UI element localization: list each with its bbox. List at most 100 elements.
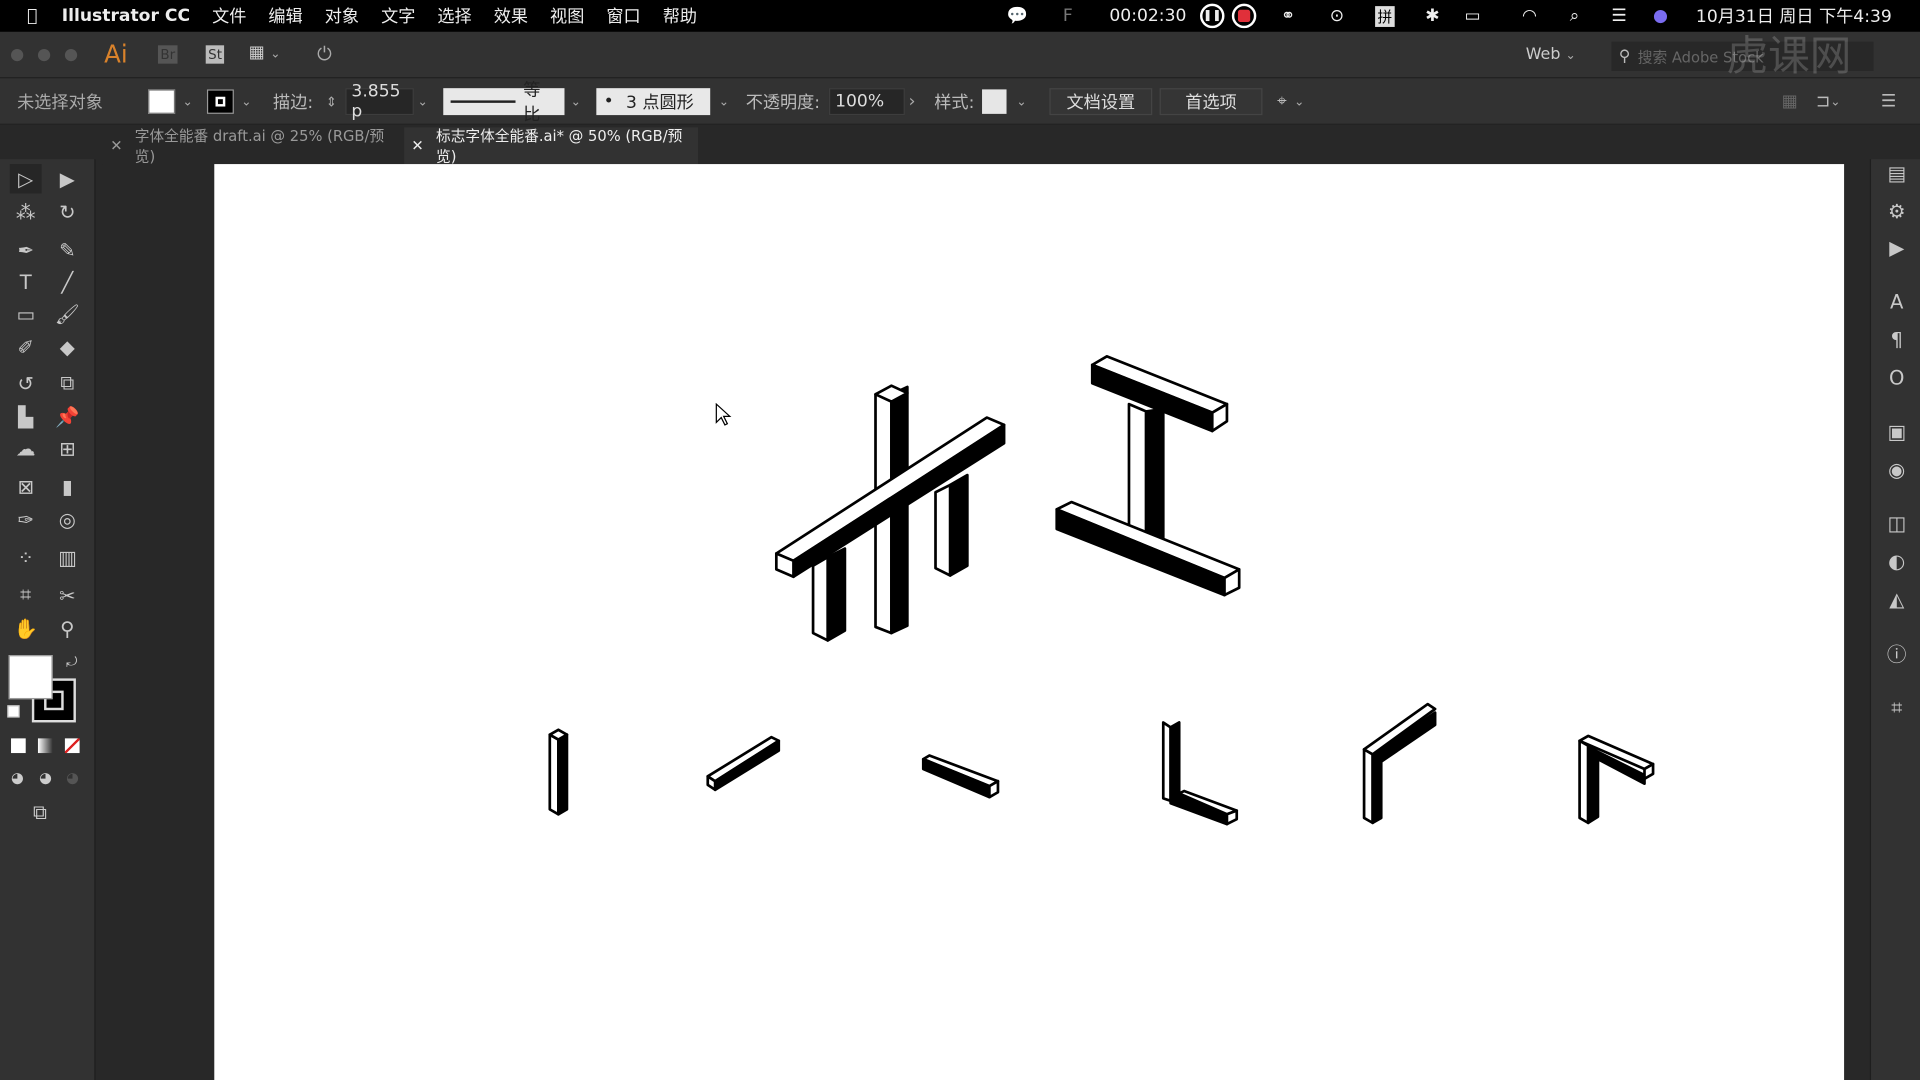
scale-tool[interactable]: ⧉: [51, 369, 83, 398]
panel-menu-icon[interactable]: ☰: [1881, 88, 1896, 115]
gradient-mode-icon[interactable]: [37, 738, 53, 754]
stroke-weight-dropdown[interactable]: ⌄: [418, 88, 428, 115]
hand-tool[interactable]: ✋: [10, 613, 42, 642]
brush-definition[interactable]: • 3 点圆形: [596, 88, 711, 116]
none-mode-icon[interactable]: [64, 738, 80, 754]
bridge-button[interactable]: Br: [157, 45, 178, 64]
search-icon[interactable]: ⌕: [1570, 0, 1580, 32]
transparency-icon[interactable]: ◭: [1883, 585, 1910, 612]
artboard-tool[interactable]: ⌗: [10, 580, 42, 609]
info-icon[interactable]: ⓘ: [1883, 639, 1910, 666]
shaper-tool[interactable]: ✐: [10, 332, 42, 361]
pen-tool[interactable]: ✒: [10, 235, 42, 264]
rotate-tool[interactable]: ↺: [10, 369, 42, 398]
puppet-warp-tool[interactable]: 📌: [51, 402, 83, 431]
mesh-tool[interactable]: ⊠: [10, 471, 42, 500]
close-tab-icon[interactable]: ✕: [110, 137, 122, 154]
brush-dropdown[interactable]: ⌄: [719, 88, 729, 115]
gradient-tool[interactable]: ▮: [51, 471, 83, 500]
stroke-weight-input[interactable]: 3.855 p: [345, 82, 414, 121]
type-tool[interactable]: T: [10, 267, 42, 296]
opacity-label[interactable]: 不透明度:: [746, 88, 820, 115]
paragraph-icon[interactable]: ¶: [1883, 326, 1910, 353]
width-tool[interactable]: ▙: [10, 402, 42, 431]
battery-icon[interactable]: ▭: [1464, 0, 1480, 32]
shape-builder-tool[interactable]: ☁: [10, 433, 42, 462]
properties-icon[interactable]: ⚙: [1883, 197, 1910, 224]
direct-selection-tool[interactable]: ▶: [51, 164, 83, 193]
select-similar-icon[interactable]: ⌖ ⌄: [1277, 88, 1304, 115]
layers-icon[interactable]: ◫: [1883, 509, 1910, 536]
preferences-button[interactable]: 首选项: [1159, 88, 1263, 116]
menu-file[interactable]: 文件: [212, 4, 246, 28]
menu-type[interactable]: 文字: [381, 4, 415, 28]
arrange-documents-icon[interactable]: ▦ ⌄: [249, 43, 281, 63]
close-window-button[interactable]: [11, 48, 24, 62]
siri-icon[interactable]: ●: [1653, 0, 1668, 32]
menu-select[interactable]: 选择: [437, 4, 471, 28]
rectangle-tool[interactable]: ▭: [10, 299, 42, 328]
transform-icon[interactable]: ⌗: [1883, 694, 1910, 721]
draw-inside-icon[interactable]: ◕: [66, 769, 79, 786]
menu-help[interactable]: 帮助: [663, 4, 697, 28]
magic-wand-tool[interactable]: ⁂: [10, 197, 42, 226]
tab-logo-font[interactable]: ✕ 标志字体全能番.ai* @ 50% (RGB/预览): [404, 127, 698, 165]
menu-view[interactable]: 视图: [550, 4, 584, 28]
symbol-sprayer-tool[interactable]: ⁘: [10, 542, 42, 571]
blend-tool[interactable]: ◎: [51, 504, 83, 533]
character-icon[interactable]: A: [1883, 288, 1910, 315]
swatches-icon[interactable]: ▣: [1883, 418, 1910, 445]
document-setup-button[interactable]: 文档设置: [1049, 88, 1153, 116]
tab-draft[interactable]: ✕ 字体全能番 draft.ai @ 25% (RGB/预览): [103, 127, 404, 165]
opentype-icon[interactable]: O: [1883, 364, 1910, 391]
workspace-switcher[interactable]: Web ⌄: [1526, 45, 1576, 63]
zoom-tool[interactable]: ⚲: [51, 613, 83, 642]
profile-dropdown[interactable]: ⌄: [571, 88, 581, 115]
eraser-tool[interactable]: ◆: [51, 332, 83, 361]
gpu-performance-icon[interactable]: ⏻: [317, 43, 332, 65]
align-grid-icon[interactable]: ▦: [1782, 88, 1798, 115]
fill-color-box[interactable]: [8, 655, 53, 700]
menu-effect[interactable]: 效果: [494, 4, 528, 28]
play-icon[interactable]: ⊙: [1330, 0, 1344, 32]
slice-tool[interactable]: ✂: [51, 580, 83, 609]
color-mode-icon[interactable]: [11, 738, 26, 754]
app-menu[interactable]: Illustrator CC: [62, 6, 190, 26]
wifi-icon[interactable]: ◠: [1522, 0, 1537, 32]
draw-behind-icon[interactable]: ◕: [39, 769, 52, 786]
color-icon[interactable]: ◉: [1883, 456, 1910, 483]
variable-width-profile[interactable]: 等比: [443, 81, 565, 125]
eyedropper-tool[interactable]: ✑: [10, 504, 42, 533]
wechat-icon[interactable]: 💬: [1007, 0, 1028, 32]
selection-tool[interactable]: ▷: [9, 164, 42, 194]
artboard[interactable]: [214, 164, 1845, 1080]
close-tab-icon[interactable]: ✕: [411, 137, 423, 154]
menu-window[interactable]: 窗口: [606, 4, 640, 28]
default-colors-icon[interactable]: [7, 705, 20, 718]
perspective-grid-tool[interactable]: ⊞: [51, 433, 83, 462]
maximize-window-button[interactable]: [64, 48, 78, 62]
opacity-input[interactable]: 100%: [828, 88, 905, 116]
transform-icon[interactable]: ⊐ ⌄: [1816, 88, 1841, 115]
bluetooth-icon[interactable]: ✱: [1425, 0, 1439, 32]
mesh-icon[interactable]: ⚭: [1281, 0, 1295, 32]
paintbrush-tool[interactable]: 🖌: [51, 299, 83, 328]
line-tool[interactable]: ╱: [51, 267, 83, 296]
fill-swatch[interactable]: ⌄: [148, 88, 193, 115]
swap-colors-icon[interactable]: ⤾: [66, 654, 77, 671]
record-icon[interactable]: [1231, 0, 1257, 32]
curvature-tool[interactable]: ✎: [51, 235, 83, 264]
apple-icon[interactable]: : [27, 6, 37, 26]
stroke-swatch[interactable]: ⌄: [206, 88, 251, 115]
pause-icon[interactable]: ❚❚: [1200, 0, 1225, 32]
input-method-icon[interactable]: 拼: [1375, 0, 1395, 32]
minimize-window-button[interactable]: [37, 48, 51, 62]
menu-object[interactable]: 对象: [325, 4, 359, 28]
stroke-stepper[interactable]: ⇕: [326, 88, 337, 115]
f-icon[interactable]: F: [1063, 0, 1073, 32]
graphic-style-swatch[interactable]: ⌄: [982, 88, 1027, 115]
draw-normal-icon[interactable]: ◕: [11, 769, 24, 786]
menu-edit[interactable]: 编辑: [268, 4, 302, 28]
opacity-expand-button[interactable]: ›: [909, 88, 916, 115]
screen-mode-icon[interactable]: ⧉: [33, 801, 47, 825]
